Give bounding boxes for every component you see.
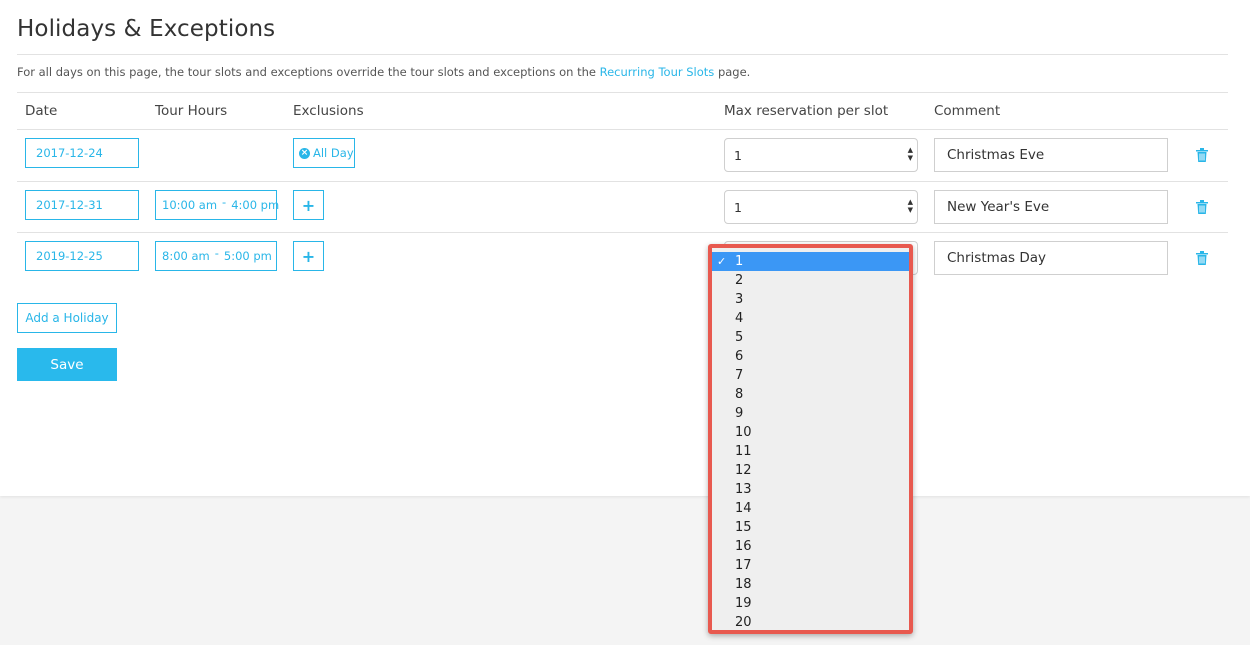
dropdown-options: ✓ 1 2 3 4 5 6 7 8 9 10 11 12 13 14 15 16 17 18 19 20 <box>712 252 909 630</box>
x-circle-icon: × <box>299 147 310 159</box>
max-reservation-dropdown[interactable]: ✓ 1 2 3 4 5 6 7 8 9 10 11 12 13 14 15 16 17 18 19 20 <box>708 244 913 634</box>
recurring-tour-slots-link[interactable]: Recurring Tour Slots <box>600 65 715 79</box>
option-label: 10 <box>735 425 752 440</box>
main-panel: Holidays & Exceptions For all days on th… <box>0 0 1250 496</box>
dropdown-option[interactable]: 9 <box>712 404 909 423</box>
dropdown-option[interactable]: 13 <box>712 480 909 499</box>
option-label: 19 <box>735 596 752 611</box>
row-divider <box>17 232 1228 233</box>
header-max-reservation: Max reservation per slot <box>724 103 889 119</box>
option-label: 8 <box>735 387 744 402</box>
page-title: Holidays & Exceptions <box>17 16 276 42</box>
hours-end: 4:00 pm <box>231 198 280 212</box>
dropdown-option[interactable]: 11 <box>712 442 909 461</box>
date-input[interactable]: 2019-12-25 <box>25 241 139 271</box>
dropdown-option[interactable]: 3 <box>712 290 909 309</box>
tour-hours-input[interactable]: 8:00 am -5:00 pm <box>155 241 277 271</box>
option-label: 20 <box>735 615 752 630</box>
dropdown-option[interactable]: 7 <box>712 366 909 385</box>
dropdown-option[interactable]: 14 <box>712 499 909 518</box>
dropdown-option[interactable]: 4 <box>712 309 909 328</box>
option-label: 3 <box>735 292 744 307</box>
hours-start: 10:00 am <box>162 198 218 212</box>
select-value: 1 <box>734 199 742 215</box>
trash-icon[interactable] <box>1196 148 1208 162</box>
select-value: 1 <box>734 147 742 163</box>
dropdown-option[interactable]: 15 <box>712 518 909 537</box>
comment-input[interactable]: Christmas Eve <box>934 138 1168 172</box>
page-note: For all days on this page, the tour slot… <box>17 65 750 79</box>
all-day-exclusion-button[interactable]: × All Day <box>293 138 355 168</box>
note-text: For all days on this page, the tour slot… <box>17 65 596 79</box>
dropdown-option[interactable]: 5 <box>712 328 909 347</box>
trash-icon[interactable] <box>1196 200 1208 214</box>
exclusion-label: All Day <box>313 146 354 160</box>
date-input[interactable]: 2017-12-24 <box>25 138 139 168</box>
max-reservation-select[interactable]: 1 ▲▼ <box>724 190 918 224</box>
option-label: 9 <box>735 406 744 421</box>
dropdown-option[interactable]: 2 <box>712 271 909 290</box>
dropdown-option[interactable]: 17 <box>712 556 909 575</box>
note-suffix: page. <box>717 65 751 79</box>
row-divider <box>17 129 1228 130</box>
option-label: 12 <box>735 463 752 478</box>
comment-input[interactable]: New Year's Eve <box>934 190 1168 224</box>
header-comment: Comment <box>934 103 1001 119</box>
trash-icon[interactable] <box>1196 251 1208 265</box>
option-label: 5 <box>735 330 744 345</box>
dropdown-option[interactable]: 20 <box>712 613 909 630</box>
option-label: 11 <box>735 444 752 459</box>
option-label: 1 <box>735 254 744 269</box>
dropdown-option[interactable]: 16 <box>712 537 909 556</box>
dropdown-option[interactable]: 8 <box>712 385 909 404</box>
option-label: 17 <box>735 558 752 573</box>
add-exclusion-button[interactable]: + <box>293 190 324 220</box>
date-input[interactable]: 2017-12-31 <box>25 190 139 220</box>
option-label: 2 <box>735 273 744 288</box>
hours-start: 8:00 am <box>162 249 210 263</box>
dropdown-option[interactable]: 10 <box>712 423 909 442</box>
title-divider <box>17 54 1228 55</box>
checkmark-icon: ✓ <box>717 255 727 268</box>
header-divider <box>17 92 1228 93</box>
option-label: 7 <box>735 368 744 383</box>
tour-hours-input[interactable]: 10:00 am -4:00 pm <box>155 190 280 220</box>
header-exclusions: Exclusions <box>293 103 364 119</box>
max-reservation-select[interactable]: 1 ▲▼ <box>724 138 918 172</box>
option-label: 14 <box>735 501 752 516</box>
dropdown-option[interactable]: 6 <box>712 347 909 366</box>
option-label: 6 <box>735 349 744 364</box>
add-holiday-button[interactable]: Add a Holiday <box>17 303 117 333</box>
updown-arrows-icon: ▲▼ <box>907 146 913 162</box>
add-exclusion-button[interactable]: + <box>293 241 324 271</box>
dropdown-option[interactable]: 18 <box>712 575 909 594</box>
row-divider <box>17 181 1228 182</box>
dropdown-option[interactable]: 12 <box>712 461 909 480</box>
updown-arrows-icon: ▲▼ <box>907 198 913 214</box>
header-date: Date <box>25 103 58 119</box>
option-label: 4 <box>735 311 744 326</box>
header-tour-hours: Tour Hours <box>155 103 228 119</box>
option-label: 18 <box>735 577 752 592</box>
option-label: 13 <box>735 482 752 497</box>
option-label: 15 <box>735 520 752 535</box>
option-label: 16 <box>735 539 752 554</box>
hours-end: 5:00 pm <box>223 249 272 263</box>
dropdown-option[interactable]: ✓ 1 <box>712 252 909 271</box>
save-button[interactable]: Save <box>17 348 117 381</box>
comment-input[interactable]: Christmas Day <box>934 241 1168 275</box>
dropdown-option[interactable]: 19 <box>712 594 909 613</box>
